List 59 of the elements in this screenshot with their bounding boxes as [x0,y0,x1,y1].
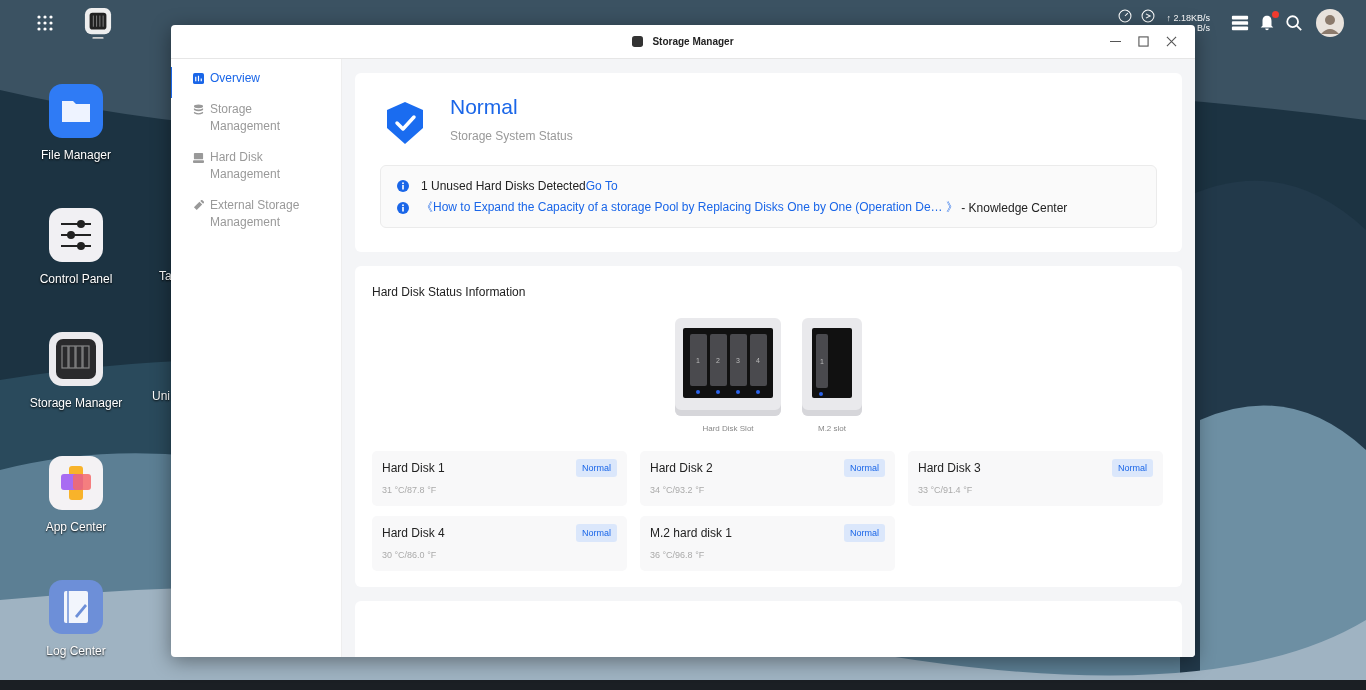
database-icon [193,104,204,115]
sliders-app-icon[interactable] [49,208,103,262]
slot-label: M.2 slot [818,424,846,433]
notebook-app-icon[interactable] [49,580,103,634]
disk-temperature: 34 °C/93.2 °F [650,485,706,495]
info-icon [397,201,409,214]
disk-name: Hard Disk 4 [382,526,445,540]
disk-card[interactable]: Hard Disk 2 Normal 34 °C/93.2 °F [640,451,895,506]
notice-text: 1 Unused Hard Disks Detected [421,179,586,193]
app-label[interactable]: Storage Manager [29,396,123,410]
notice-link[interactable]: 《How to Expand the Capacity of a storage Pool by Replacing Disks One by One (Operation De… 》 [421,199,958,216]
disk-card[interactable]: Hard Disk 3 Normal 33 °C/91.4 °F [908,451,1163,506]
status-caption: Storage System Status [450,129,573,143]
disk-card[interactable]: Hard Disk 1 Normal 31 °C/87.8 °F [372,451,627,506]
app-label[interactable]: Ta [159,269,172,283]
close-icon[interactable] [1166,36,1177,47]
status-state: Normal [450,95,519,119]
app-label[interactable]: App Center [45,520,107,534]
status-tag: Normal [1112,459,1153,477]
status-tag: Normal [844,524,885,542]
window-title: Storage Manager [652,36,734,47]
avatar-icon[interactable] [1316,9,1344,37]
disk-card[interactable]: Hard Disk 4 Normal 30 °C/86.0 °F [372,516,627,571]
notice-text: - Knowledge Center [960,200,1068,215]
app-grid-icon[interactable] [36,14,54,32]
app-label[interactable]: File Manager [41,148,111,162]
disk-temperature: 30 °C/86.0 °F [382,550,438,560]
maximize-icon[interactable] [1138,36,1149,47]
upload-speed: ↑ 2.18KB/s [1166,13,1210,23]
disk-name: Hard Disk 3 [918,461,981,475]
disk-temperature: 31 °C/87.8 °F [382,485,438,495]
usb-drive-icon [193,200,204,211]
disk-name: M.2 hard disk 1 [650,526,733,540]
disk-temperature: 33 °C/91.4 °F [918,485,974,495]
download-speed: B/s [1197,23,1210,33]
server-icon[interactable] [1231,14,1249,32]
notification-icon[interactable] [1258,14,1276,32]
status-tag: Normal [576,459,617,477]
app-center-icon[interactable] [49,456,103,510]
storage-app-icon [632,36,644,47]
shield-check-icon [385,101,425,145]
section-title: Hard Disk Status Information [372,285,526,299]
gauge-icon[interactable] [1118,9,1133,23]
disk-card[interactable]: M.2 hard disk 1 Normal 36 °C/96.8 °F [640,516,895,571]
chart-icon [193,73,204,84]
storage-app-icon[interactable] [49,332,103,386]
folder-app-icon[interactable] [49,84,103,138]
notice-link[interactable]: Go To [585,179,618,193]
info-icon [397,180,409,192]
disk-temperature: 36 °C/96.8 °F [650,550,706,560]
slot-label: Hard Disk Slot [702,424,754,433]
search-icon[interactable] [1285,14,1303,32]
status-tag: Normal [576,524,617,542]
disk-name: Hard Disk 2 [650,461,713,475]
speed-icon[interactable] [1141,9,1156,23]
status-tag: Normal [844,459,885,477]
app-label[interactable]: Uni [152,389,170,403]
app-label[interactable]: Control Panel [39,272,113,286]
disk-name: Hard Disk 1 [382,461,445,475]
